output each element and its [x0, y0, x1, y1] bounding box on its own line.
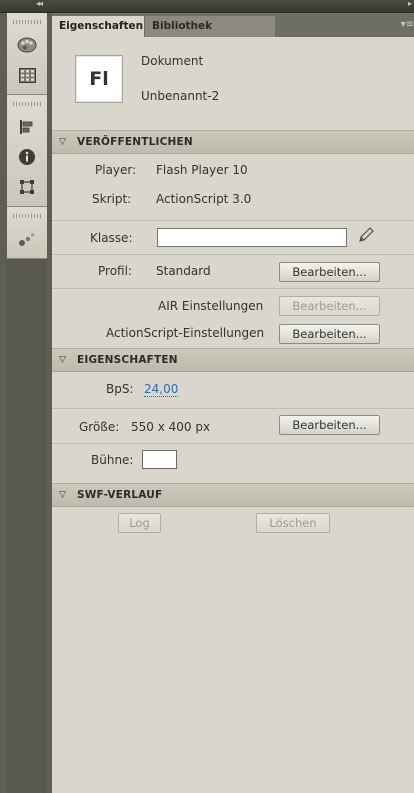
group-grip[interactable] [13, 102, 41, 106]
profile-label: Profil: [98, 264, 132, 278]
size-edit-button[interactable]: Bearbeiten... [279, 415, 380, 435]
expand-triangle-icon[interactable]: ▽ [59, 484, 66, 506]
tab-properties[interactable]: Eigenschaften [52, 16, 144, 37]
collapse-panels-icon[interactable]: ◂◂ [36, 0, 43, 8]
class-label: Klasse: [90, 231, 133, 245]
flash-document-icon: Fl [75, 55, 123, 103]
tab-library[interactable]: Bibliothek [145, 16, 275, 37]
section-publish-title: VERÖFFENTLICHEN [77, 136, 193, 148]
script-value: ActionScript 3.0 [156, 192, 252, 206]
profile-row: Profil: Standard Bearbeiten... [52, 255, 414, 289]
section-properties[interactable]: ▽ EIGENSCHAFTEN [52, 348, 414, 372]
document-type: Dokument [141, 54, 204, 68]
swf-buttons-row: Log Löschen [52, 507, 414, 547]
stage-color-swatch[interactable] [142, 450, 177, 469]
size-row: Größe: 550 x 400 px Bearbeiten... [52, 409, 414, 444]
player-label: Player: [95, 163, 137, 177]
actionscript-settings-row: ActionScript-Einstellungen Bearbeiten... [52, 318, 414, 348]
profile-edit-button[interactable]: Bearbeiten... [279, 262, 380, 282]
air-settings-label: AIR Einstellungen [158, 299, 264, 313]
clear-button[interactable]: Löschen [256, 513, 330, 533]
expand-triangle-icon[interactable]: ▽ [59, 131, 66, 153]
panel-tabs: Eigenschaften Bibliothek ▾≡ [52, 13, 414, 37]
class-row: Klasse: [52, 221, 414, 255]
panel-title-bar: ◂◂ ▸ [0, 0, 414, 13]
tool-group-motion [7, 207, 47, 259]
document-info: Fl Dokument Unbenannt-2 [52, 37, 414, 130]
script-label: Skript: [92, 192, 132, 206]
document-name: Unbenannt-2 [141, 89, 220, 103]
section-publish[interactable]: ▽ VERÖFFENTLICHEN [52, 130, 414, 154]
script-row: Skript: ActionScript 3.0 [52, 186, 414, 221]
player-value: Flash Player 10 [156, 163, 248, 177]
tool-group-color [7, 13, 47, 95]
expand-triangle-icon[interactable]: ▽ [59, 349, 66, 371]
player-row: Player: Flash Player 10 [52, 154, 414, 186]
panel-menu-icon[interactable]: ▾≡ [401, 19, 414, 30]
fps-label: BpS: [106, 382, 134, 396]
actionscript-settings-label: ActionScript-Einstellungen [106, 326, 265, 340]
motion-presets-icon[interactable] [7, 224, 47, 254]
group-grip[interactable] [13, 214, 41, 218]
pencil-edit-icon[interactable] [357, 226, 375, 247]
stage-label: Bühne: [91, 453, 134, 467]
size-value: 550 x 400 px [131, 420, 211, 434]
profile-value: Standard [156, 264, 211, 278]
properties-panel: Eigenschaften Bibliothek ▾≡ Fl Dokument … [52, 13, 414, 793]
transform-icon[interactable] [7, 172, 47, 202]
section-properties-title: EIGENSCHAFTEN [77, 354, 178, 366]
color-palette-icon[interactable] [7, 30, 47, 60]
fps-value[interactable]: 24,00 [144, 382, 179, 397]
info-icon[interactable] [7, 142, 47, 172]
stage-row: Bühne: [52, 444, 414, 483]
class-input[interactable] [157, 228, 347, 247]
air-edit-button[interactable]: Bearbeiten... [279, 296, 380, 316]
actionscript-edit-button[interactable]: Bearbeiten... [279, 324, 380, 344]
log-button[interactable]: Log [118, 513, 161, 533]
align-icon[interactable] [7, 112, 47, 142]
section-swf-history-title: SWF-VERLAUF [77, 489, 163, 501]
air-settings-row: AIR Einstellungen Bearbeiten... [52, 289, 414, 318]
panel-icon-toolbar [7, 13, 47, 793]
swatches-grid-icon[interactable] [7, 60, 47, 90]
size-label: Größe: [79, 420, 120, 434]
tool-group-info [7, 95, 47, 207]
expand-panel-icon[interactable]: ▸ [408, 0, 412, 8]
section-swf-history[interactable]: ▽ SWF-VERLAUF [52, 483, 414, 507]
fps-row: BpS: 24,00 [52, 372, 414, 409]
group-grip[interactable] [13, 20, 41, 24]
